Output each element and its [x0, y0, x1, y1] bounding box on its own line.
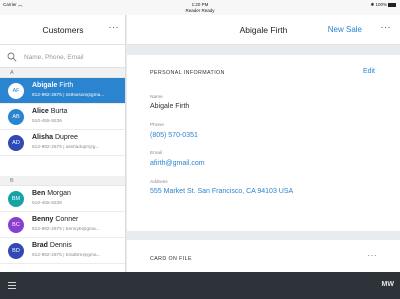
card-on-file-more-button[interactable]: ···: [368, 251, 378, 260]
avatar: AD: [8, 135, 24, 151]
avatar: AB: [8, 109, 24, 125]
card-on-file-card: CARD ON FILE ···: [127, 240, 400, 272]
customer-contact: 510-455-9236: [32, 119, 62, 124]
customer-name: Brad Dennis: [32, 242, 72, 249]
customer-contact: 812-992-2875 | bennyb@gma...: [32, 227, 100, 232]
customer-list-header: Customers ···: [0, 15, 125, 45]
new-sale-button[interactable]: New Sale: [328, 25, 362, 34]
status-bar: Carrier ︵ 1:20 PM Reader Ready ✱ 100%: [0, 0, 400, 15]
reader-status: Reader Ready: [185, 8, 215, 13]
search-icon: [7, 52, 17, 62]
address-link[interactable]: 555 Market St. San Francisco, CA 94103 U…: [150, 188, 293, 195]
customer-list-pane: Customers ··· A AF Abigale Firth 812-992…: [0, 15, 126, 272]
battery-icon: [388, 2, 396, 7]
detail-more-button[interactable]: ···: [381, 22, 392, 32]
section-title: PERSONAL INFORMATION: [150, 70, 225, 76]
customer-row[interactable]: BD Brad Dennis 812-992-2875 | bradbre@gm…: [0, 238, 125, 264]
email-link[interactable]: afirth@gmail.com: [150, 160, 205, 167]
customer-detail-header: Abigale Firth New Sale ···: [127, 15, 400, 45]
customer-list-title: Customers: [42, 25, 84, 35]
customer-contact: 812-992-2875 | alishadupr@g...: [32, 145, 100, 150]
phone-link[interactable]: (805) 570-0351: [150, 132, 198, 139]
customer-row[interactable]: BC Benny Conner 812-992-2875 | bennyb@gm…: [0, 212, 125, 238]
phone-label: Phone: [150, 123, 164, 128]
customer-row[interactable]: BM Ben Morgan 510-455-9236: [0, 186, 125, 212]
section-header-a: A: [0, 68, 125, 78]
customer-name: Alice Burta: [32, 108, 68, 115]
card-on-file-title: CARD ON FILE: [150, 256, 192, 262]
avatar: BC: [8, 217, 24, 233]
customer-row[interactable]: AD Alisha Dupree 812-992-2875 | alishadu…: [0, 130, 125, 156]
customer-row[interactable]: AB Alice Burta 510-455-9236: [0, 104, 125, 130]
menu-icon[interactable]: [8, 282, 16, 289]
name-value: Abigale Firth: [150, 103, 190, 110]
customer-name: Alisha Dupree: [32, 134, 78, 141]
customer-contact: 510-455-9236: [32, 201, 62, 206]
customer-name: Ben Morgan: [32, 190, 71, 197]
customer-contact: 812-992-2875 | ssthoison@gma...: [32, 93, 105, 98]
customer-name: Abigale Firth: [32, 82, 74, 89]
edit-button[interactable]: Edit: [363, 68, 375, 75]
bottom-bar: MW: [0, 272, 400, 299]
search-input[interactable]: [24, 51, 120, 63]
avatar: BM: [8, 191, 24, 207]
personal-information-card: PERSONAL INFORMATION Edit Name Abigale F…: [127, 55, 400, 231]
customer-row[interactable]: AF Abigale Firth 812-992-2875 | ssthoiso…: [0, 78, 125, 104]
customer-list-more-button[interactable]: ···: [109, 22, 120, 32]
user-initials[interactable]: MW: [382, 281, 394, 288]
battery-indicator: ✱ 100%: [370, 2, 396, 8]
customer-contact: 812-992-2875 | bradbre@gma...: [32, 253, 101, 258]
name-label: Name: [150, 95, 163, 100]
avatar: BD: [8, 243, 24, 259]
status-time: 1:20 PM: [191, 1, 209, 7]
address-label: Address: [150, 180, 168, 185]
customer-name: Benny Conner: [32, 216, 79, 223]
bluetooth-icon: ✱: [370, 2, 375, 7]
avatar: AF: [8, 83, 24, 99]
email-label: Email: [150, 151, 162, 156]
search-bar: [0, 46, 125, 68]
section-header-b: B: [0, 176, 125, 186]
